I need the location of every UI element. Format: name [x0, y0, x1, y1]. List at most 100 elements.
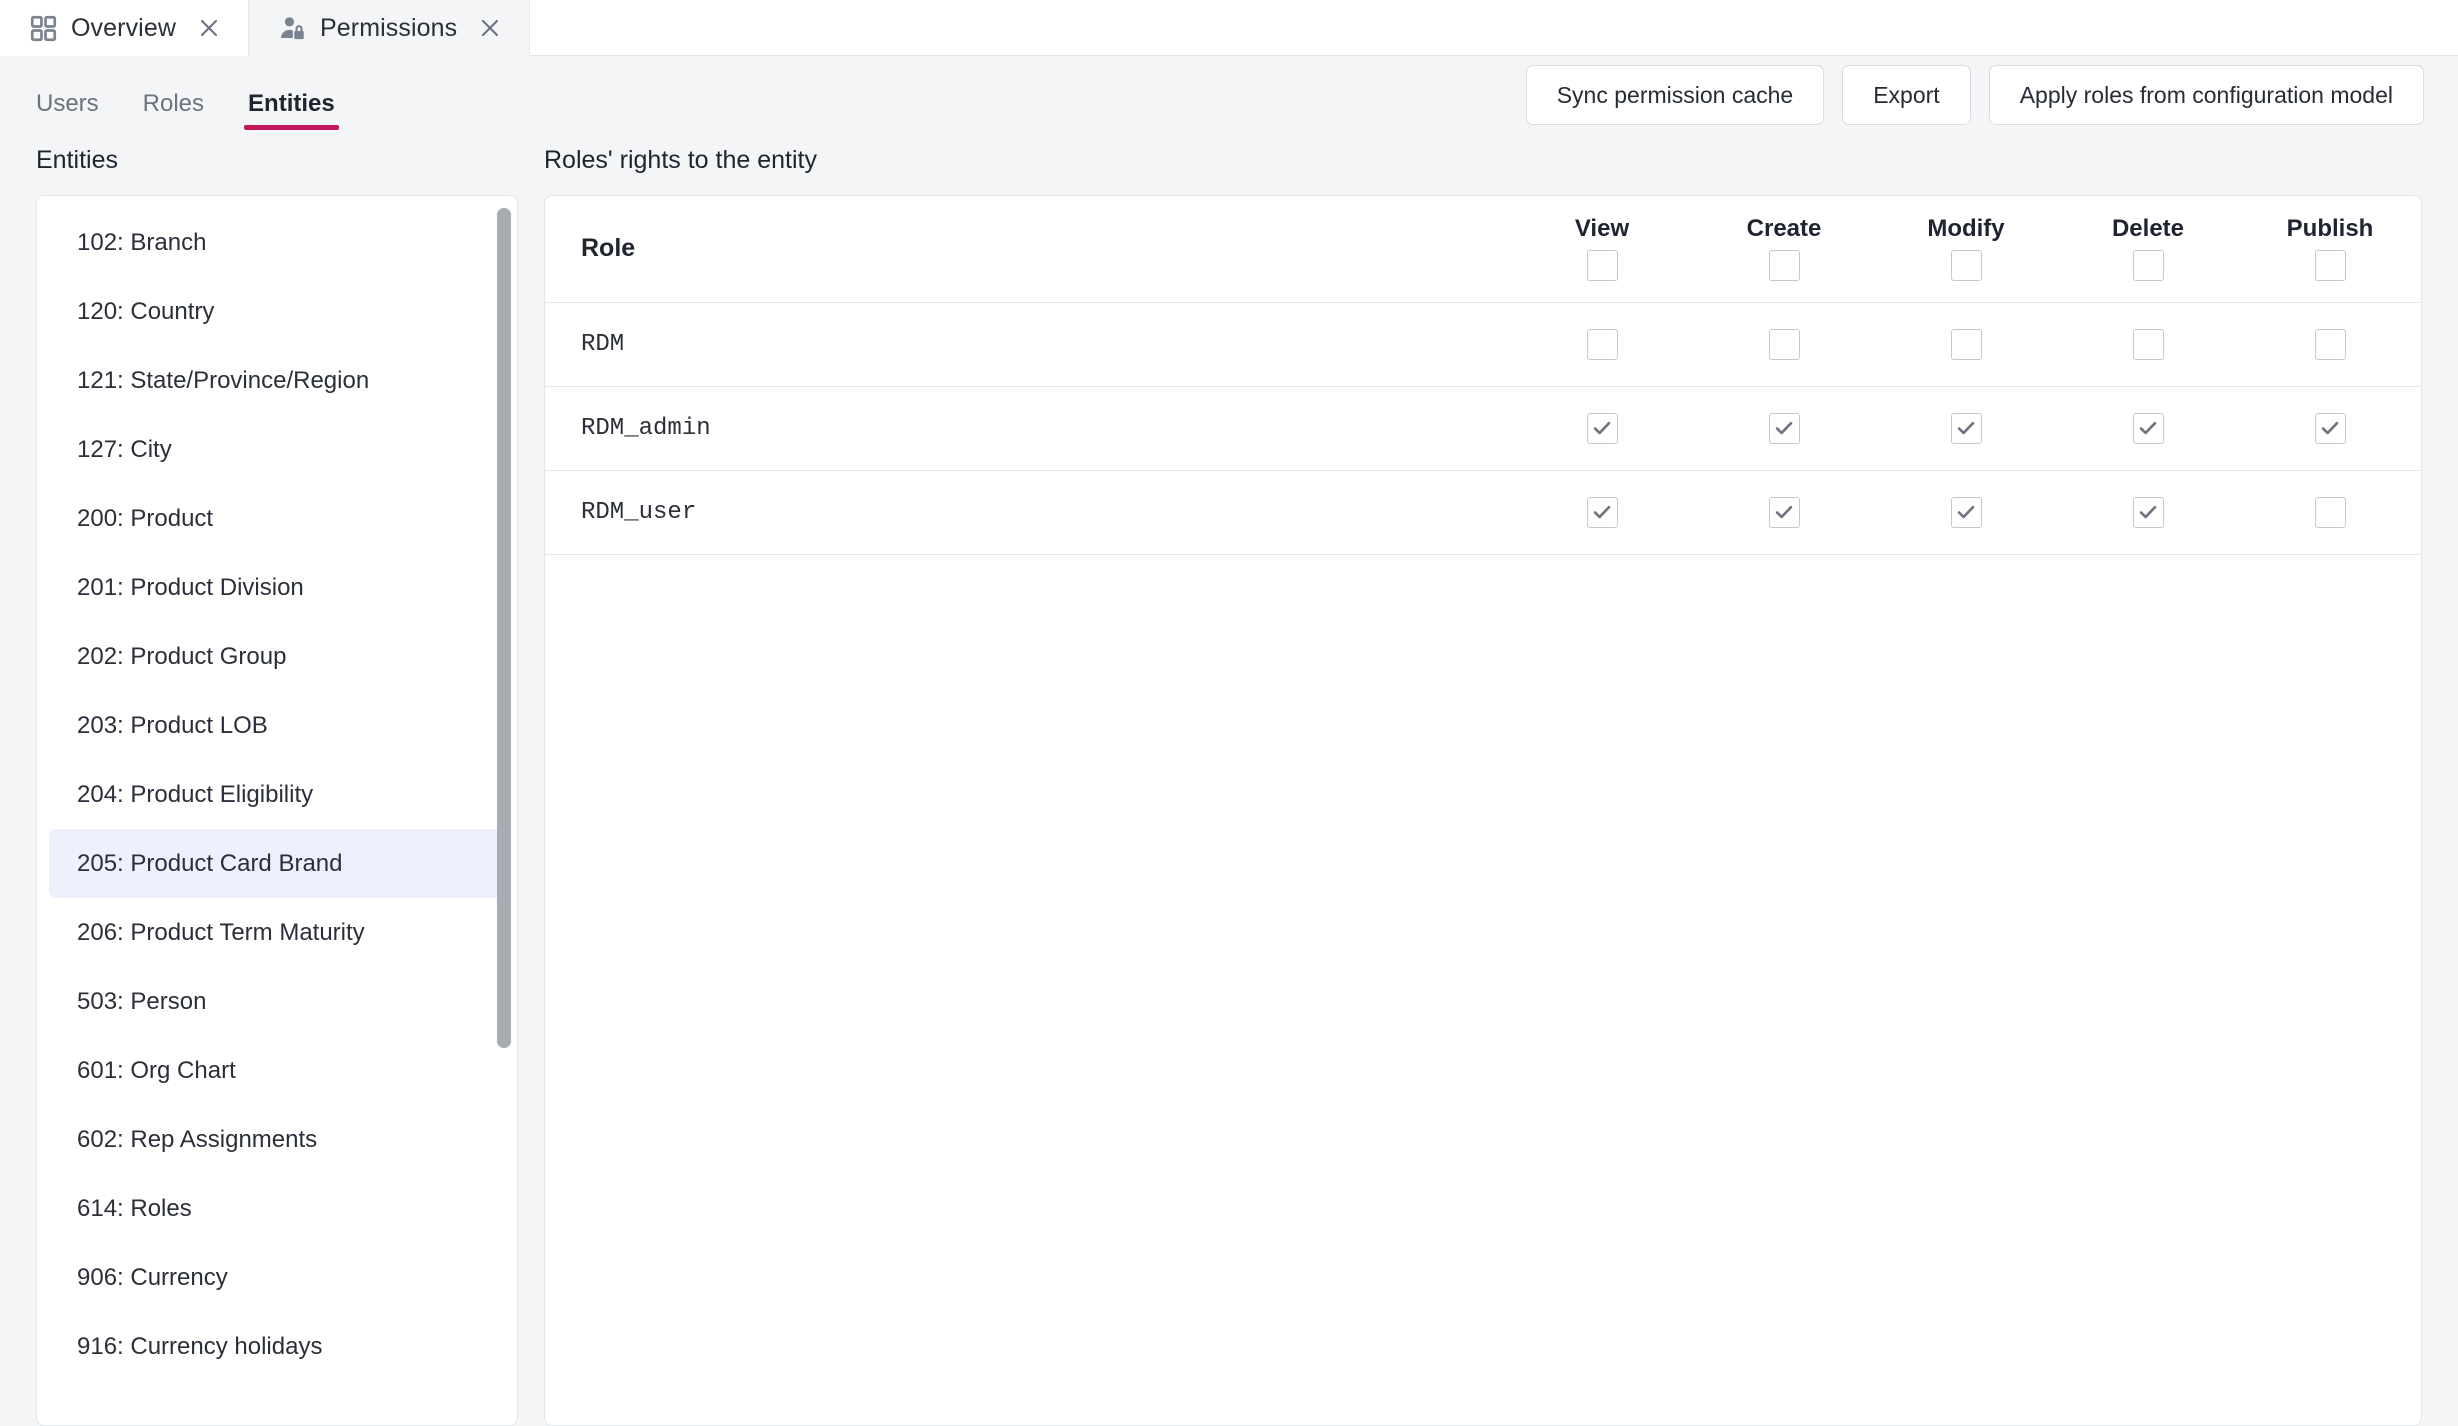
- subnav-item-users-label: Users: [36, 92, 99, 116]
- entities-pane: Entities 102: Branch 120: Country 121: Sta…: [0, 134, 518, 1426]
- permission-cell-modify: [1875, 386, 2057, 470]
- select-all-modify-checkbox[interactable]: [1951, 250, 1982, 281]
- entity-list-item-label: 201: Product Division: [77, 574, 304, 602]
- rights-table-empty-area: [545, 555, 2421, 1426]
- permission-cell-delete: [2057, 302, 2239, 386]
- entities-pane-title: Entities: [36, 148, 518, 173]
- table-row[interactable]: RDM_user: [545, 470, 2421, 554]
- entity-list-item-label: 127: City: [77, 436, 172, 464]
- entity-list-item[interactable]: 120: Country: [49, 277, 505, 346]
- column-header-publish-label: Publish: [2287, 217, 2374, 241]
- entity-list-item[interactable]: 127: City: [49, 415, 505, 484]
- entities-list-container: 102: Branch 120: Country 121: State/Provin…: [36, 195, 518, 1426]
- permission-cell-delete: [2057, 386, 2239, 470]
- role-name-cell: RDM_user: [545, 470, 1511, 554]
- entity-list-item-label: 602: Rep Assignments: [77, 1126, 317, 1154]
- permission-cell-modify: [1875, 302, 2057, 386]
- permission-cell-view: [1511, 386, 1693, 470]
- permission-checkbox-create[interactable]: [1769, 329, 1800, 360]
- permission-cell-delete: [2057, 470, 2239, 554]
- table-header-row: Role View Create: [545, 196, 2421, 302]
- entity-list-item[interactable]: 102: Branch: [49, 208, 505, 277]
- entity-list-item[interactable]: 906: Currency: [49, 1243, 505, 1312]
- permission-checkbox-view[interactable]: [1587, 329, 1618, 360]
- permission-checkbox-create[interactable]: [1769, 413, 1800, 444]
- permission-cell-view: [1511, 302, 1693, 386]
- select-all-delete-checkbox[interactable]: [2133, 250, 2164, 281]
- table-row[interactable]: RDM: [545, 302, 2421, 386]
- subnav-item-entities[interactable]: Entities: [226, 78, 357, 130]
- toolbar-actions: Sync permission cache Export Apply roles…: [1526, 65, 2424, 125]
- entity-list-item-label: 205: Product Card Brand: [77, 850, 343, 878]
- permission-checkbox-publish[interactable]: [2315, 497, 2346, 528]
- entity-list-item-label: 204: Product Eligibility: [77, 781, 313, 809]
- entities-list-scrollbar[interactable]: [497, 206, 511, 1415]
- permission-checkbox-modify[interactable]: [1951, 329, 1982, 360]
- close-icon[interactable]: [196, 15, 222, 41]
- export-button[interactable]: Export: [1842, 65, 1970, 125]
- select-all-publish-checkbox[interactable]: [2315, 250, 2346, 281]
- tab-permissions-label: Permissions: [320, 14, 457, 43]
- subnav-item-roles-label: Roles: [143, 92, 204, 116]
- permission-checkbox-create[interactable]: [1769, 497, 1800, 528]
- entity-list-item[interactable]: 121: State/Province/Region: [49, 346, 505, 415]
- entity-list-item-label: 200: Product: [77, 505, 213, 533]
- permission-cell-create: [1693, 470, 1875, 554]
- entity-list-item[interactable]: 203: Product LOB: [49, 691, 505, 760]
- rights-table-body: RDMRDM_adminRDM_user: [545, 302, 2421, 554]
- close-icon[interactable]: [477, 15, 503, 41]
- sync-permission-cache-button[interactable]: Sync permission cache: [1526, 65, 1825, 125]
- column-header-view-label: View: [1575, 217, 1629, 241]
- permission-checkbox-publish[interactable]: [2315, 329, 2346, 360]
- tab-overview-label: Overview: [71, 14, 176, 43]
- entity-list-item[interactable]: 916: Currency holidays: [49, 1312, 505, 1381]
- entity-list-item[interactable]: 206: Product Term Maturity: [49, 898, 505, 967]
- permission-checkbox-delete[interactable]: [2133, 329, 2164, 360]
- scrollbar-thumb[interactable]: [497, 208, 511, 1048]
- column-header-create: Create: [1693, 196, 1875, 302]
- permission-checkbox-modify[interactable]: [1951, 497, 1982, 528]
- entity-list-item-label: 202: Product Group: [77, 643, 286, 671]
- entity-list-item[interactable]: 614: Roles: [49, 1174, 505, 1243]
- subnav-item-users[interactable]: Users: [14, 78, 121, 130]
- entity-list-item[interactable]: 601: Org Chart: [49, 1036, 505, 1105]
- permission-checkbox-delete[interactable]: [2133, 497, 2164, 528]
- sub-navigation: Users Roles Entities: [14, 56, 357, 134]
- tab-permissions[interactable]: Permissions: [249, 0, 530, 56]
- rights-table-head: Role View Create: [545, 196, 2421, 302]
- select-all-view-checkbox[interactable]: [1587, 250, 1618, 281]
- column-header-publish: Publish: [2239, 196, 2421, 302]
- role-name-cell: RDM: [545, 302, 1511, 386]
- rights-pane-title: Roles' rights to the entity: [544, 148, 2422, 173]
- entity-list-item-label: 503: Person: [77, 988, 206, 1016]
- table-row[interactable]: RDM_admin: [545, 386, 2421, 470]
- entity-list-item-label: 614: Roles: [77, 1195, 192, 1223]
- permission-checkbox-publish[interactable]: [2315, 413, 2346, 444]
- entity-list-item[interactable]: 602: Rep Assignments: [49, 1105, 505, 1174]
- entity-list-item-label: 120: Country: [77, 298, 214, 326]
- tab-overview[interactable]: Overview: [0, 0, 249, 56]
- apply-roles-button[interactable]: Apply roles from configuration model: [1989, 65, 2424, 125]
- column-header-role: Role: [545, 196, 1511, 302]
- column-header-create-label: Create: [1747, 217, 1822, 241]
- permission-checkbox-view[interactable]: [1587, 497, 1618, 528]
- entity-list-item[interactable]: 204: Product Eligibility: [49, 760, 505, 829]
- entity-list-item[interactable]: 202: Product Group: [49, 622, 505, 691]
- rights-table: Role View Create: [545, 196, 2421, 555]
- entity-list-item-label: 601: Org Chart: [77, 1057, 236, 1085]
- subnav-item-roles[interactable]: Roles: [121, 78, 226, 130]
- rights-table-card: Role View Create: [544, 195, 2422, 1426]
- entity-list-item[interactable]: 205: Product Card Brand: [49, 829, 505, 898]
- entities-list[interactable]: 102: Branch 120: Country 121: State/Provin…: [37, 196, 517, 1425]
- permission-checkbox-delete[interactable]: [2133, 413, 2164, 444]
- permission-checkbox-modify[interactable]: [1951, 413, 1982, 444]
- entity-list-item-label: 203: Product LOB: [77, 712, 268, 740]
- select-all-create-checkbox[interactable]: [1769, 250, 1800, 281]
- role-name-cell: RDM_admin: [545, 386, 1511, 470]
- permission-checkbox-view[interactable]: [1587, 413, 1618, 444]
- entity-list-item[interactable]: 503: Person: [49, 967, 505, 1036]
- entity-list-item-label: 206: Product Term Maturity: [77, 919, 365, 947]
- entity-list-item[interactable]: 200: Product: [49, 484, 505, 553]
- entity-list-item[interactable]: 201: Product Division: [49, 553, 505, 622]
- permission-cell-create: [1693, 386, 1875, 470]
